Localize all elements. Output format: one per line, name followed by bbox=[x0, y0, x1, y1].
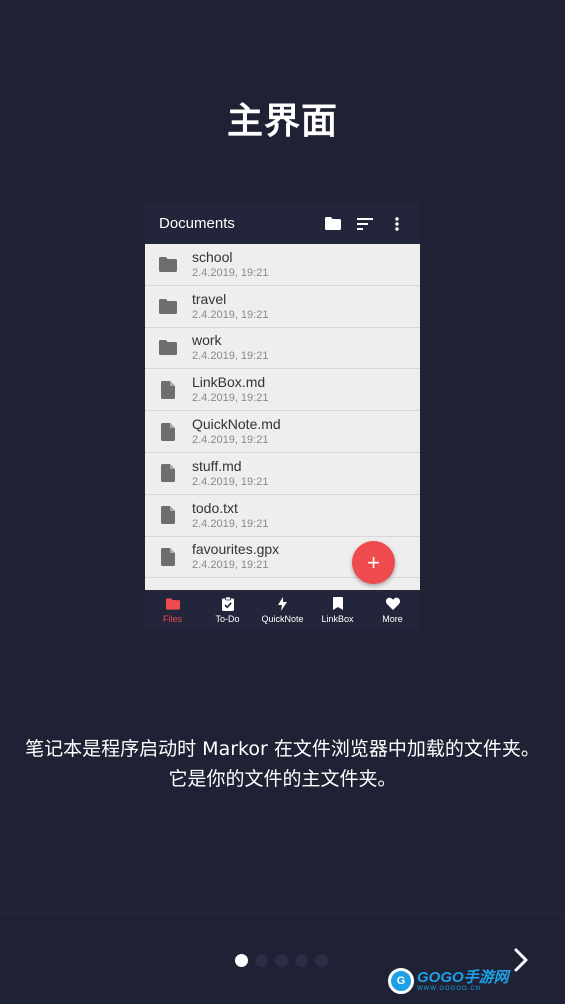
page-dot[interactable] bbox=[315, 954, 328, 967]
nav-item-more[interactable]: More bbox=[365, 590, 420, 630]
page-title: 主界面 bbox=[226, 101, 338, 142]
page-dot[interactable] bbox=[235, 954, 248, 967]
file-icon bbox=[158, 505, 178, 525]
file-date: 2.4.2019, 19:21 bbox=[192, 475, 269, 488]
file-name: stuff.md bbox=[192, 457, 242, 474]
file-row[interactable]: stuff.md 2.4.2019, 19:21 bbox=[145, 453, 420, 495]
file-name: QuickNote.md bbox=[192, 416, 281, 433]
watermark-text: GOGO手游网 bbox=[417, 968, 509, 986]
page-dot[interactable] bbox=[295, 954, 308, 967]
file-row[interactable]: work 2.4.2019, 19:21 bbox=[145, 328, 420, 370]
description-text: 笔记本是程序启动时 Markor 在文件浏览器中加载的文件夹。它是你的文件的主文… bbox=[25, 738, 540, 790]
file-icon bbox=[158, 463, 178, 483]
file-row[interactable]: travel 2.4.2019, 19:21 bbox=[145, 286, 420, 328]
more-vert-icon[interactable] bbox=[388, 215, 406, 233]
next-button[interactable] bbox=[508, 946, 534, 974]
folder-icon bbox=[158, 296, 178, 316]
page-dot[interactable] bbox=[275, 954, 288, 967]
folder-icon bbox=[158, 338, 178, 358]
file-name: todo.txt bbox=[192, 499, 238, 516]
file-date: 2.4.2019, 19:21 bbox=[192, 392, 269, 405]
file-date: 2.4.2019, 19:21 bbox=[192, 559, 269, 572]
heart-icon bbox=[385, 597, 400, 611]
file-name: work bbox=[192, 332, 222, 349]
file-name: LinkBox.md bbox=[192, 374, 266, 391]
file-row[interactable]: school 2.4.2019, 19:21 bbox=[145, 244, 420, 286]
file-list: school 2.4.2019, 19:21 travel 2.4.2019, 19:… bbox=[145, 244, 420, 590]
nav-label: Files bbox=[162, 613, 182, 624]
nav-label: More bbox=[382, 613, 403, 624]
file-name: school bbox=[192, 248, 233, 265]
chevron-right-icon bbox=[514, 948, 528, 972]
page-indicator bbox=[235, 954, 335, 967]
bottom-nav: Files To-Do QuickNote LinkBox More bbox=[145, 590, 420, 630]
nav-label: LinkBox bbox=[321, 613, 354, 624]
nav-label: QuickNote bbox=[261, 613, 304, 624]
file-date: 2.4.2019, 19:21 bbox=[192, 517, 269, 530]
bookmark-icon bbox=[331, 597, 345, 611]
file-row[interactable]: todo.txt 2.4.2019, 19:21 bbox=[145, 495, 420, 537]
toolbar-title: Documents bbox=[159, 215, 235, 232]
file-icon bbox=[158, 380, 178, 400]
lightning-icon bbox=[276, 596, 290, 611]
nav-item-to-do[interactable]: To-Do bbox=[200, 590, 255, 630]
watermark-url: WWW.GOGOO.CN bbox=[417, 985, 481, 992]
add-fab-button[interactable]: + bbox=[352, 541, 395, 584]
watermark-logo: G GOGO手游网 WWW.GOGOO.CN bbox=[388, 966, 509, 996]
file-row[interactable]: LinkBox.md 2.4.2019, 19:21 bbox=[145, 369, 420, 412]
watermark-badge-icon: G bbox=[388, 968, 414, 994]
nav-label: To-Do bbox=[215, 613, 240, 624]
folder-icon[interactable] bbox=[324, 215, 342, 233]
nav-item-linkbox[interactable]: LinkBox bbox=[310, 590, 365, 630]
file-icon bbox=[158, 547, 178, 567]
file-name: travel bbox=[192, 290, 227, 307]
footer-divider bbox=[0, 913, 565, 914]
page-dot[interactable] bbox=[255, 954, 268, 967]
app-toolbar: Documents bbox=[145, 203, 420, 244]
file-date: 2.4.2019, 19:21 bbox=[192, 266, 269, 279]
sort-icon[interactable] bbox=[356, 215, 374, 233]
file-icon bbox=[158, 422, 178, 442]
file-date: 2.4.2019, 19:21 bbox=[192, 350, 269, 363]
folder-icon bbox=[165, 597, 180, 611]
folder-icon bbox=[158, 254, 178, 274]
file-name: favourites.gpx bbox=[192, 541, 280, 558]
app-screenshot: Documents school 2.4.2019, 19:21 travel 2.4… bbox=[145, 203, 420, 630]
clipboard-check-icon bbox=[221, 596, 235, 611]
nav-item-files[interactable]: Files bbox=[145, 590, 200, 630]
file-date: 2.4.2019, 19:21 bbox=[192, 434, 269, 447]
file-row[interactable]: QuickNote.md 2.4.2019, 19:21 bbox=[145, 411, 420, 453]
nav-item-quicknote[interactable]: QuickNote bbox=[255, 590, 310, 630]
file-date: 2.4.2019, 19:21 bbox=[192, 308, 269, 321]
